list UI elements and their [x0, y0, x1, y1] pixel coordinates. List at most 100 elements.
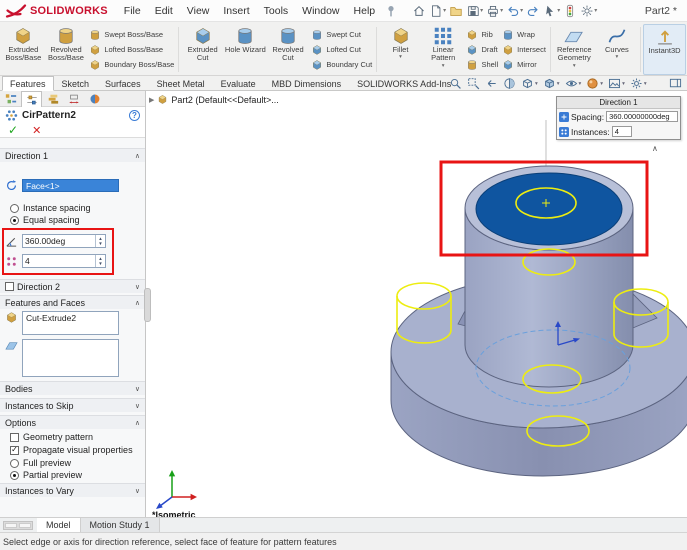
display-style-icon[interactable]: ▾ [543, 77, 560, 90]
swept-boss-button[interactable]: Swept Boss/Base [89, 28, 174, 41]
selected-face[interactable] [475, 172, 623, 246]
reference-geometry-button[interactable]: Reference Geometry ▾ [553, 24, 596, 75]
graphics-area[interactable]: ▶ Part2 (Default<<Default>... Direction … [146, 91, 687, 517]
panel-splitter-handle[interactable] [144, 288, 151, 322]
print-icon[interactable]: ▾ [486, 3, 503, 19]
apply-scene-icon[interactable]: ▾ [608, 77, 625, 90]
flyout-feature-tree[interactable]: ▶ Part2 (Default<<Default>... [149, 94, 279, 105]
chevron-up-icon[interactable]: ∧ [135, 419, 140, 427]
new-icon[interactable]: ▾ [429, 3, 446, 19]
propagate-checkbox[interactable] [10, 445, 19, 455]
chevron-up-icon[interactable]: ∧ [135, 299, 140, 307]
splitter-segment[interactable] [19, 522, 31, 528]
pattern-callout[interactable]: Direction 1 Spacing: 360.00000000deg Ins… [556, 96, 681, 140]
zoom-area-icon[interactable] [467, 77, 480, 90]
callout-collapse-chevron[interactable]: ∧ [652, 144, 658, 153]
features-list[interactable]: Cut-Extrude2 [22, 311, 119, 335]
hide-show-items-icon[interactable]: ▾ [565, 77, 581, 90]
select-icon[interactable]: ▾ [543, 3, 560, 19]
propagate-option[interactable]: Propagate visual properties [0, 445, 145, 455]
menu-help[interactable]: Help [347, 5, 383, 17]
full-preview-radio[interactable] [10, 458, 19, 468]
bottom-tab-motion-study-1[interactable]: Motion Study 1 [80, 518, 160, 532]
tab-sheet-metal[interactable]: Sheet Metal [149, 76, 213, 91]
menu-file[interactable]: File [117, 5, 148, 17]
model-3d-view[interactable] [146, 91, 687, 517]
instances-value-field[interactable]: 4 [611, 126, 632, 137]
hole-wizard-button[interactable]: Hole Wizard [224, 24, 267, 75]
home-icon[interactable] [412, 3, 426, 19]
direction-reference-field[interactable]: Face<1> [22, 179, 119, 192]
intersect-button[interactable]: Intersect [502, 43, 546, 56]
splitter-segment[interactable] [5, 522, 17, 528]
spacing-value-field[interactable]: 360.00000000deg [606, 111, 678, 122]
instance-spacing-radio[interactable] [10, 203, 19, 213]
tab-mbd-dimensions[interactable]: MBD Dimensions [264, 76, 350, 91]
menu-edit[interactable]: Edit [148, 5, 180, 17]
property-manager-tab[interactable] [21, 91, 42, 107]
tab-evaluate[interactable]: Evaluate [213, 76, 264, 91]
instant3d-button[interactable]: Instant3D [643, 24, 686, 75]
section-direction1[interactable]: Direction 1 ∧ [0, 148, 145, 162]
menu-window[interactable]: Window [295, 5, 346, 17]
mirror-button[interactable]: Mirror [502, 58, 546, 71]
partial-preview-option[interactable]: Partial preview [0, 470, 145, 480]
part-tree-label[interactable]: Part2 (Default<<Default>... [171, 95, 278, 105]
section-direction2[interactable]: Direction 2 ∨ [0, 279, 145, 293]
rib-button[interactable]: Rib [466, 28, 498, 41]
help-icon[interactable]: ? [129, 109, 140, 121]
pin-icon[interactable] [384, 4, 398, 18]
section-bodies[interactable]: Bodies ∨ [0, 381, 145, 395]
linear-pattern-button[interactable]: Linear Pattern ▾ [422, 24, 465, 75]
section-view-icon[interactable] [503, 77, 516, 90]
equal-spacing-radio[interactable] [10, 215, 19, 225]
undo-icon[interactable]: ▾ [506, 3, 523, 19]
save-icon[interactable]: ▾ [466, 3, 483, 19]
extruded-cut-button[interactable]: Extruded Cut [181, 24, 224, 75]
dimxpert-manager-tab[interactable] [63, 91, 84, 107]
display-manager-tab[interactable] [84, 91, 105, 107]
chevron-down-icon[interactable]: ∨ [135, 283, 140, 291]
lofted-cut-button[interactable]: Lofted Cut [311, 43, 372, 56]
dropdown-caret-icon[interactable]: ▾ [573, 63, 576, 69]
instance-spacing-option[interactable]: Instance spacing [0, 203, 145, 213]
configuration-manager-tab[interactable] [42, 91, 63, 107]
geometry-pattern-checkbox[interactable] [10, 432, 19, 442]
chevron-up-icon[interactable]: ∧ [135, 152, 140, 160]
redo-icon[interactable] [526, 3, 540, 19]
equal-spacing-option[interactable]: Equal spacing [0, 215, 145, 225]
boundary-boss-button[interactable]: Boundary Boss/Base [89, 58, 174, 71]
curves-button[interactable]: Curves ▾ [596, 24, 639, 75]
tab-surfaces[interactable]: Surfaces [97, 76, 149, 91]
angle-spinner[interactable]: ▲ ▼ [95, 235, 105, 247]
rebuild-icon[interactable] [563, 3, 577, 19]
previous-view-icon[interactable] [485, 77, 498, 90]
bottom-tab-model[interactable]: Model [37, 518, 81, 532]
angle-input[interactable]: 360.00deg [23, 235, 95, 247]
fillet-button[interactable]: Fillet ▾ [379, 24, 422, 75]
instance-count-spinner[interactable]: ▲ ▼ [95, 255, 105, 267]
zoom-fit-icon[interactable] [449, 77, 462, 90]
open-icon[interactable] [449, 3, 463, 19]
dropdown-caret-icon[interactable]: ▾ [616, 54, 619, 60]
menu-view[interactable]: View [180, 5, 217, 17]
faces-list[interactable] [22, 339, 119, 377]
section-instances-to-skip[interactable]: Instances to Skip ∨ [0, 398, 145, 412]
feature-manager-tree-tab[interactable] [0, 91, 21, 107]
boundary-cut-button[interactable]: Boundary Cut [311, 58, 372, 71]
ok-button[interactable]: ✓ [8, 123, 18, 137]
section-instances-to-vary[interactable]: Instances to Vary ∨ [0, 483, 145, 497]
expand-arrow-icon[interactable]: ▶ [149, 96, 154, 104]
section-features-faces[interactable]: Features and Faces ∧ [0, 295, 145, 309]
tab-features[interactable]: Features [2, 76, 54, 91]
options-icon[interactable]: ▾ [580, 3, 597, 19]
menu-tools[interactable]: Tools [257, 5, 296, 17]
view-orientation-icon[interactable]: ▾ [521, 77, 538, 90]
swept-cut-button[interactable]: Swept Cut [311, 28, 372, 41]
draft-button[interactable]: Draft [466, 43, 498, 56]
tab-solidworks-add-ins[interactable]: SOLIDWORKS Add-Ins [349, 76, 459, 91]
edit-appearance-icon[interactable]: ▾ [586, 77, 603, 90]
dropdown-caret-icon[interactable]: ▾ [442, 63, 445, 69]
wrap-button[interactable]: Wrap [502, 28, 546, 41]
menu-insert[interactable]: Insert [216, 5, 256, 17]
